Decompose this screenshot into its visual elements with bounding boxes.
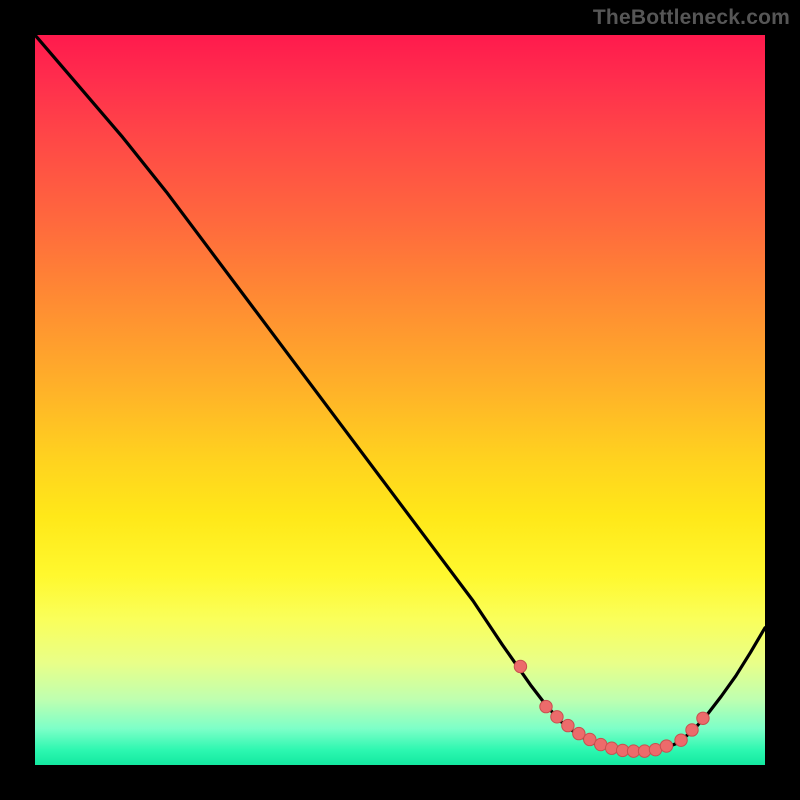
data-dot	[573, 727, 585, 739]
data-dot	[551, 711, 563, 723]
data-dots	[514, 660, 709, 757]
data-dot	[562, 719, 574, 731]
curve-svg	[35, 35, 765, 765]
data-dot	[514, 660, 526, 672]
data-dot	[697, 712, 709, 724]
data-dot	[686, 724, 698, 736]
data-dot	[540, 700, 552, 712]
plot-area	[35, 35, 765, 765]
data-dot	[606, 742, 618, 754]
data-dot	[660, 740, 672, 752]
chart-frame: TheBottleneck.com	[0, 0, 800, 800]
data-dot	[675, 734, 687, 746]
attribution-text: TheBottleneck.com	[593, 6, 790, 30]
data-dot	[638, 745, 650, 757]
bottleneck-curve	[35, 35, 765, 751]
